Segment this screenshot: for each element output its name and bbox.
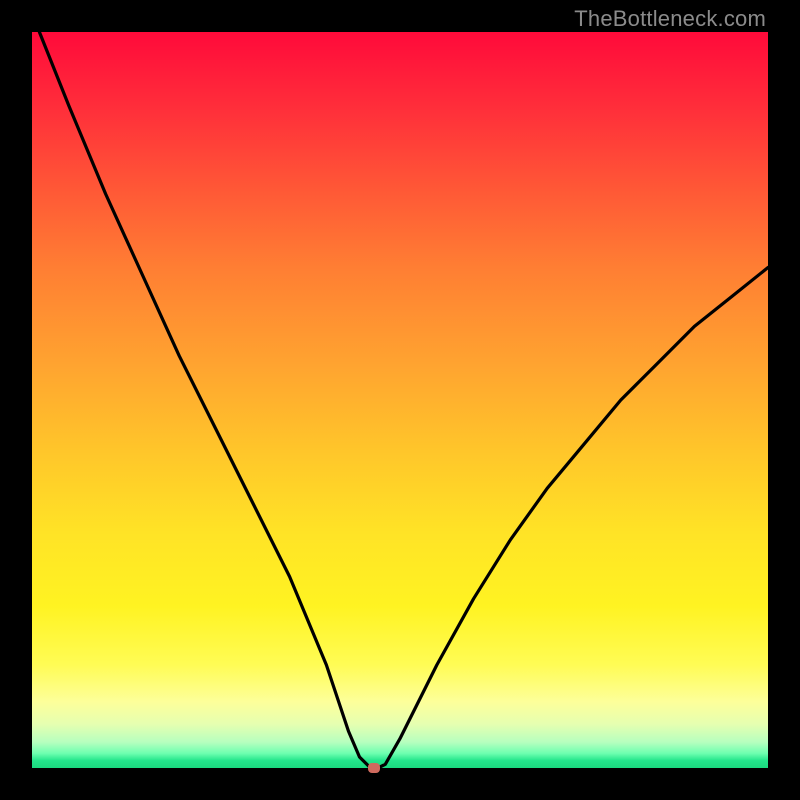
- optimal-point-marker: [368, 763, 380, 773]
- bottleneck-curve: [32, 32, 768, 768]
- chart-frame: TheBottleneck.com: [0, 0, 800, 800]
- plot-area: [32, 32, 768, 768]
- watermark-text: TheBottleneck.com: [574, 6, 766, 32]
